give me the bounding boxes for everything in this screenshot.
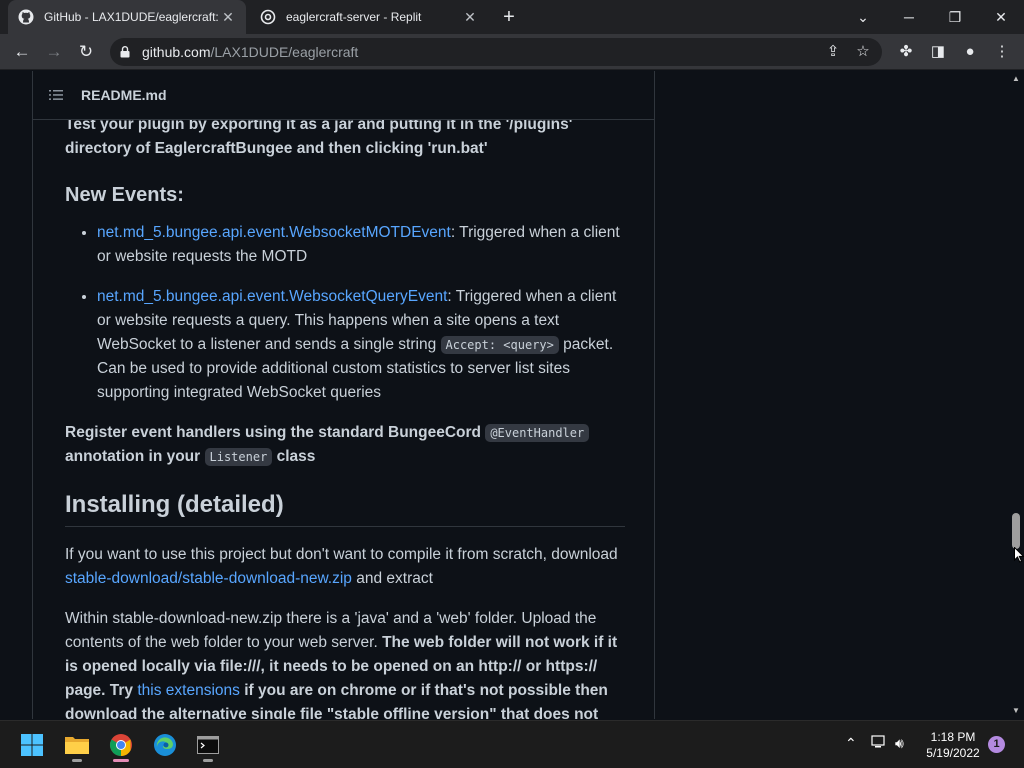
tab-replit[interactable]: eaglercraft-server - Replit ✕	[250, 0, 488, 34]
register-paragraph: Register event handlers using the standa…	[65, 421, 625, 469]
readme-header: README.md	[33, 71, 654, 120]
mouse-cursor-icon	[1014, 546, 1024, 563]
network-icon[interactable]	[871, 735, 887, 752]
system-clock[interactable]: 1:18 PM 5/19/2022	[920, 729, 986, 761]
profile-icon[interactable]: ●	[959, 41, 981, 63]
windows-taskbar: ⌃ 🔊︎ 1:18 PM 5/19/2022 1	[0, 720, 1024, 768]
motd-event-link[interactable]: net.md_5.bungee.api.event.WebsocketMOTDE…	[97, 224, 451, 241]
lock-icon[interactable]	[118, 46, 132, 58]
close-window-button[interactable]: ✕	[989, 5, 1013, 29]
bookmark-star-icon[interactable]: ☆	[852, 41, 874, 63]
windows-start-icon	[21, 734, 43, 756]
extensions-icon[interactable]: ✤	[895, 41, 917, 63]
events-list: net.md_5.bungee.api.event.WebsocketMOTDE…	[65, 221, 625, 405]
list-item: net.md_5.bungee.api.event.WebsocketQuery…	[97, 285, 625, 405]
scroll-up-icon[interactable]: ▲	[1008, 71, 1024, 87]
back-button[interactable]: ←	[10, 40, 34, 64]
share-icon[interactable]: ⇪	[822, 41, 844, 63]
table-of-contents-icon[interactable]	[49, 89, 65, 101]
new-events-heading: New Events:	[65, 184, 184, 206]
start-button[interactable]	[14, 727, 50, 763]
chrome-button[interactable]	[103, 727, 139, 763]
readme-content: Test your plugin by exporting it as a ja…	[65, 113, 625, 719]
show-hidden-icons-icon[interactable]: ⌃	[845, 735, 857, 752]
volume-icon[interactable]: 🔊︎	[895, 735, 904, 752]
tab-title: GitHub - LAX1DUDE/eaglercraft:	[44, 10, 219, 24]
address-bar[interactable]: github.com/LAX1DUDE/eaglercraft ⇪ ☆	[110, 38, 882, 66]
close-tab-icon[interactable]: ✕	[462, 9, 478, 25]
side-panel-icon[interactable]: ◨	[927, 41, 949, 63]
query-event-link[interactable]: net.md_5.bungee.api.event.WebsocketQuery…	[97, 288, 447, 305]
file-explorer-button[interactable]	[59, 727, 95, 763]
extensions-link[interactable]: this extensions	[137, 682, 240, 699]
new-tab-button[interactable]: +	[498, 7, 520, 29]
scroll-down-icon[interactable]: ▼	[1008, 703, 1024, 719]
intro-paragraph: Test your plugin by exporting it as a ja…	[65, 116, 573, 157]
url-text[interactable]: github.com/LAX1DUDE/eaglercraft	[142, 44, 822, 60]
edge-icon	[154, 734, 176, 756]
tab-strip: GitHub - LAX1DUDE/eaglercraft: ✕ eaglerc…	[0, 0, 1024, 34]
tab-title: eaglercraft-server - Replit	[286, 10, 422, 24]
stable-download-link[interactable]: stable-download/stable-download-new.zip	[65, 570, 352, 587]
minimize-button[interactable]: ─	[897, 5, 921, 29]
browser-toolbar: ← → ↻ github.com/LAX1DUDE/eaglercraft ⇪ …	[0, 34, 1024, 70]
tab-github[interactable]: GitHub - LAX1DUDE/eaglercraft: ✕	[8, 0, 246, 34]
installing-heading: Installing (detailed)	[65, 493, 625, 527]
readme-filename: README.md	[81, 87, 167, 103]
clock-date: 5/19/2022	[926, 746, 980, 760]
terminal-button[interactable]	[190, 727, 226, 763]
install-paragraph-2: Within stable-download-new.zip there is …	[65, 610, 618, 719]
tab-search-icon[interactable]: ⌄	[851, 5, 875, 29]
install-paragraph-1: If you want to use this project but don'…	[65, 546, 618, 587]
close-tab-icon[interactable]: ✕	[220, 9, 236, 25]
edge-button[interactable]	[147, 727, 183, 763]
inline-code: @EventHandler	[485, 424, 590, 442]
inline-code: Listener	[204, 448, 273, 466]
clock-time: 1:18 PM	[930, 730, 976, 744]
page-viewport: README.md Test your plugin by exporting …	[0, 71, 1008, 719]
forward-button[interactable]: →	[42, 40, 66, 64]
inline-code: Accept: <query>	[440, 336, 559, 354]
github-icon	[18, 9, 34, 25]
list-item: net.md_5.bungee.api.event.WebsocketMOTDE…	[97, 221, 625, 269]
scrollbar-thumb[interactable]	[1012, 513, 1020, 549]
terminal-icon	[197, 736, 219, 754]
menu-icon[interactable]: ⋮	[991, 41, 1013, 63]
reload-button[interactable]: ↻	[74, 40, 98, 64]
replit-icon	[260, 9, 276, 25]
notification-badge[interactable]: 1	[988, 736, 1005, 753]
chrome-icon	[110, 734, 132, 756]
page-scrollbar[interactable]: ▲ ▼	[1008, 71, 1024, 719]
folder-icon	[65, 737, 89, 754]
restore-button[interactable]: ❐	[943, 5, 967, 29]
